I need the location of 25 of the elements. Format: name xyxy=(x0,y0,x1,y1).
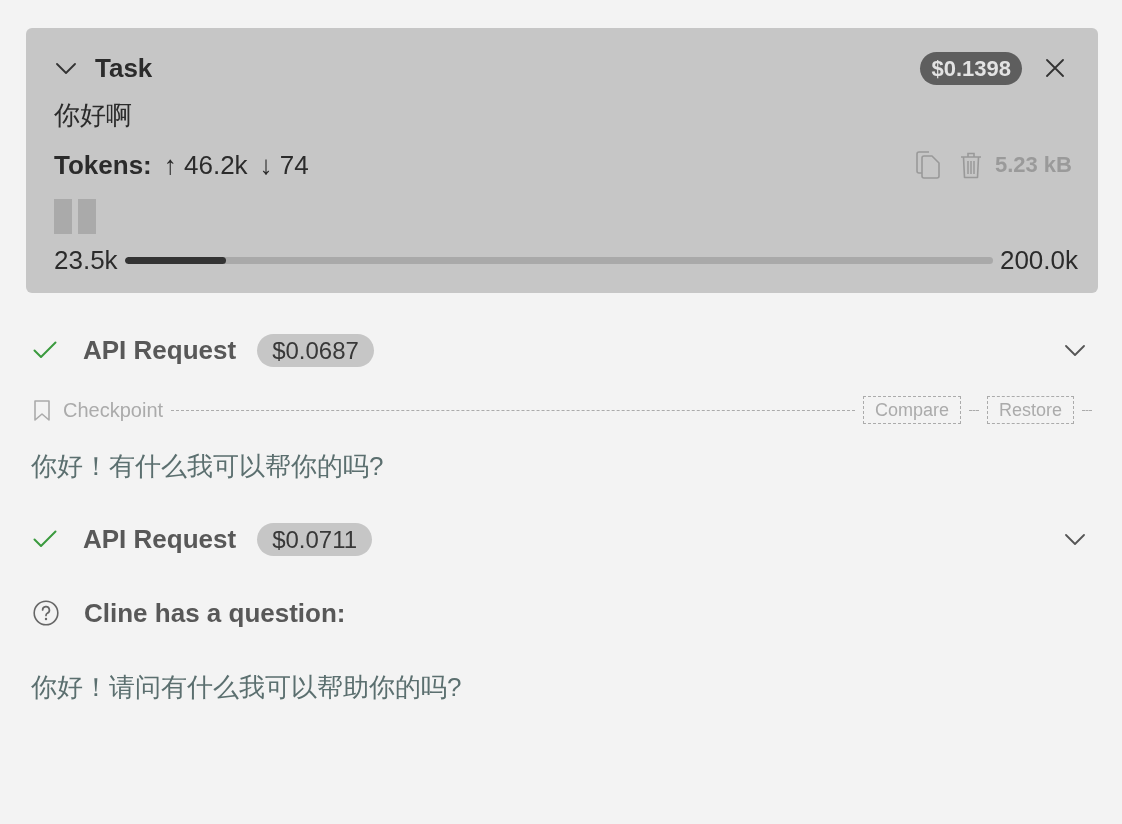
message-text: 你好！请问有什么我可以帮助你的吗? xyxy=(31,671,462,703)
question-icon xyxy=(33,600,59,626)
chevron-down-icon[interactable] xyxy=(1065,533,1085,545)
bookmark-icon xyxy=(34,399,50,421)
tokens-sent: ↑ 46.2k xyxy=(163,149,248,181)
close-icon[interactable] xyxy=(1046,59,1064,77)
request-title: API Request xyxy=(83,334,237,366)
task-text: 你好啊 xyxy=(54,99,132,131)
context-used: 23.5k xyxy=(54,244,118,276)
chevron-down-icon[interactable] xyxy=(1065,344,1085,356)
checkpoint-action-button[interactable]: Restore xyxy=(986,396,1074,424)
message-text: 你好！有什么我可以帮你的吗? xyxy=(31,450,384,482)
chevron-down-icon[interactable] xyxy=(56,62,76,74)
checkpoint-label: Checkpoint xyxy=(63,398,164,422)
context-limit: 200.0k xyxy=(999,244,1078,276)
tokens-received: ↓ 74 xyxy=(259,149,309,181)
request-title: API Request xyxy=(83,523,237,555)
pause-icon xyxy=(54,199,96,234)
question-title: Cline has a question: xyxy=(84,597,346,629)
cost-badge: $0.0687 xyxy=(257,333,374,367)
cost-badge: $0.1398 xyxy=(920,51,1022,85)
tokens-label: Tokens: xyxy=(54,149,152,181)
cost-badge: $0.0711 xyxy=(257,522,373,556)
checkpoint-action-button[interactable]: Compare xyxy=(862,396,961,424)
task-title: Task xyxy=(95,52,153,84)
